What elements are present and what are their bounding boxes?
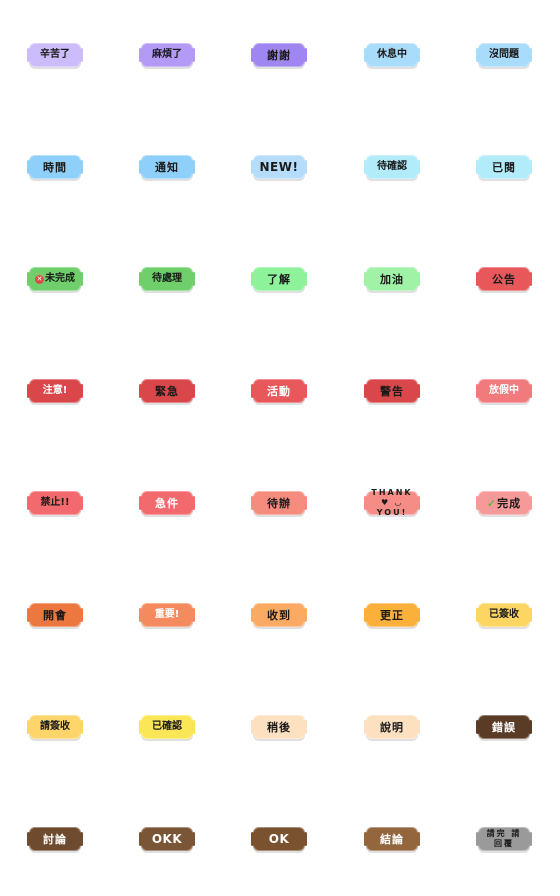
sticker-label: 加油: [380, 272, 404, 286]
sticker[interactable]: 加油: [364, 267, 420, 291]
sticker[interactable]: OK: [251, 827, 307, 851]
sticker[interactable]: 錯誤: [476, 715, 532, 739]
sticker-label: 已閱: [492, 160, 516, 174]
sticker-label: 待處理: [152, 273, 182, 284]
sticker[interactable]: 警告: [364, 379, 420, 403]
check-icon: ✓: [486, 496, 497, 510]
sticker[interactable]: 說明: [364, 715, 420, 739]
sticker[interactable]: 請完 請回覆: [476, 827, 532, 851]
sticker-label: 已確認: [152, 721, 182, 732]
sticker[interactable]: ✕ 未完成: [27, 267, 83, 291]
sticker-label: 注意!: [42, 385, 68, 396]
sticker-label: 更正: [380, 608, 404, 622]
sticker-label: 待確認: [377, 161, 407, 172]
sticker-label: 討論: [43, 832, 67, 846]
sticker[interactable]: 開會: [27, 603, 83, 627]
sticker-label: 了解: [267, 272, 291, 286]
sticker[interactable]: NEW!: [251, 155, 307, 179]
x-icon: ✕: [35, 274, 44, 284]
sticker-label: 辛苦了: [40, 49, 70, 60]
sticker-label: 已簽收: [489, 609, 519, 620]
sticker[interactable]: 休息中: [364, 43, 420, 67]
sticker-grid: 辛苦了 麻煩了 謝謝 休息中 沒問題時間 通知 NEW! 待確認 已閱 ✕ 未完成 待處理 了解 加油 公告…: [0, 0, 560, 896]
sticker-label: 謝謝: [267, 48, 291, 62]
sticker[interactable]: 待處理: [139, 267, 195, 291]
sticker-label: 活動: [267, 384, 291, 398]
sticker-label: 休息中: [377, 49, 407, 60]
sticker[interactable]: 更正: [364, 603, 420, 627]
sticker[interactable]: 辛苦了: [27, 43, 83, 67]
sticker[interactable]: 注意!: [27, 379, 83, 403]
sticker[interactable]: 結論: [364, 827, 420, 851]
sticker-label: 禁止!!: [40, 497, 70, 508]
sticker-label: 請簽收: [40, 721, 70, 732]
sticker-label: 稍後: [267, 720, 291, 734]
sticker[interactable]: 麻煩了: [139, 43, 195, 67]
sticker-label: 說明: [380, 720, 404, 734]
sticker[interactable]: 通知: [139, 155, 195, 179]
sticker[interactable]: 請簽收: [27, 715, 83, 739]
sticker-label: 錯誤: [492, 720, 516, 734]
sticker-label: OK: [268, 832, 290, 846]
sticker[interactable]: 稍後: [251, 715, 307, 739]
sticker[interactable]: 已確認: [139, 715, 195, 739]
sticker[interactable]: ✓ 完成: [476, 491, 532, 515]
sticker[interactable]: 緊急: [139, 379, 195, 403]
sticker[interactable]: 已簽收: [476, 603, 532, 627]
sticker-label: 待辦: [267, 496, 291, 510]
sticker[interactable]: 活動: [251, 379, 307, 403]
sticker-label: 時間: [43, 160, 67, 174]
sticker[interactable]: 禁止!!: [27, 491, 83, 515]
sticker[interactable]: THANK ♥ ◡ YOU!: [364, 488, 420, 517]
sticker[interactable]: 公告: [476, 267, 532, 291]
sticker-label: 收到: [267, 608, 291, 622]
sticker[interactable]: 重要!: [139, 603, 195, 627]
sticker[interactable]: 時間: [27, 155, 83, 179]
sticker[interactable]: 待辦: [251, 491, 307, 515]
sticker-label: THANK ♥ ◡ YOU!: [371, 488, 413, 517]
sticker-label: 通知: [155, 160, 179, 174]
sticker-label: 沒問題: [489, 49, 519, 60]
sticker[interactable]: 討論: [27, 827, 83, 851]
sticker[interactable]: 放假中: [476, 379, 532, 403]
sticker-label: 放假中: [489, 385, 519, 396]
sticker[interactable]: 已閱: [476, 155, 532, 179]
sticker-label: 完成: [497, 496, 522, 510]
sticker[interactable]: 待確認: [364, 155, 420, 179]
sticker-label: 緊急: [155, 384, 179, 398]
sticker-label: 急件: [155, 496, 179, 510]
sticker-label: 公告: [492, 272, 516, 286]
sticker[interactable]: 了解: [251, 267, 307, 291]
sticker[interactable]: 沒問題: [476, 43, 532, 67]
sticker-label: 警告: [380, 384, 404, 398]
sticker-label: 結論: [380, 832, 404, 846]
sticker-label: 請完 請回覆: [486, 829, 522, 848]
sticker[interactable]: 謝謝: [251, 43, 307, 67]
sticker[interactable]: OKK: [139, 827, 195, 851]
sticker[interactable]: 急件: [139, 491, 195, 515]
sticker-label: 重要!: [154, 609, 180, 620]
sticker-label: 未完成: [45, 273, 75, 284]
sticker-label: 麻煩了: [152, 49, 182, 60]
sticker-label: 開會: [43, 608, 67, 622]
sticker[interactable]: 收到: [251, 603, 307, 627]
sticker-label: OKK: [151, 832, 183, 846]
sticker-label: NEW!: [259, 160, 299, 174]
